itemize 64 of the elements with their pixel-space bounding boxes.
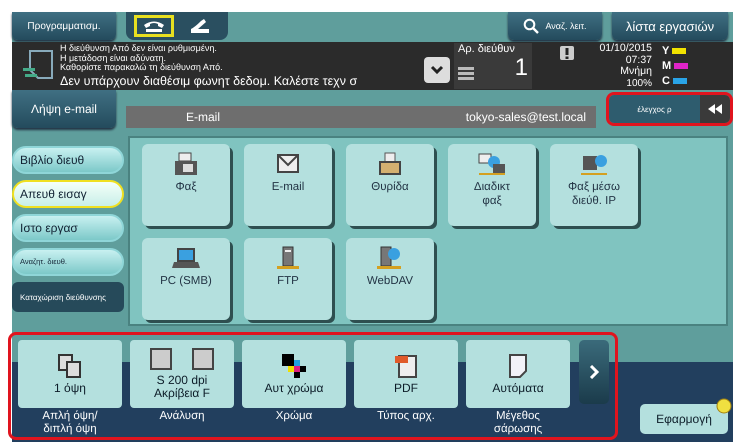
pdf-file-icon	[394, 354, 418, 378]
chevron-right-icon	[589, 365, 599, 379]
setting-tile[interactable]: PDF	[354, 340, 458, 408]
setting-tile[interactable]: Αυτ χρώμα	[242, 340, 346, 408]
check-settings-button[interactable]: έλεγχος ρ	[609, 95, 700, 123]
sidebar-button[interactable]: Ιστο εργασ	[12, 214, 124, 242]
setting-tile[interactable]: S 200 dpi Ακρίβεια F	[130, 340, 234, 408]
collapse-button[interactable]	[700, 95, 730, 123]
setting-caption: Χρώμα	[276, 410, 312, 423]
destination-tile[interactable]: E-mail	[244, 144, 332, 226]
setting-caption: Μέγεθος σάρωσης	[494, 410, 542, 436]
fax-globe-icon	[579, 152, 609, 176]
notice-text: Η μετάδοση είναι αδύνατη.	[60, 54, 168, 63]
destination-tile[interactable]: Διαδικτ φαξ	[448, 144, 536, 226]
setting-tile[interactable]: 1 όψη	[18, 340, 122, 408]
date-text: 01/10/2015	[599, 43, 652, 55]
expand-message-button[interactable]	[424, 57, 450, 83]
warning-icon	[560, 46, 574, 60]
double-chevron-left-icon	[708, 104, 722, 114]
destination-tile[interactable]: WebDAV	[346, 238, 434, 320]
address-count-label: Αρ. διεύθυν	[458, 43, 516, 55]
status-message: Δεν υπάρχουν διαθέσιμ φωνητ δεδομ. Καλέστε τεχν σ	[60, 74, 358, 88]
search-icon	[523, 18, 540, 34]
notice-text: Η διεύθυνση Από δεν είναι ρυθμισμένη.	[60, 44, 218, 54]
next-page-button[interactable]	[579, 340, 609, 404]
destination-tile[interactable]: PC (SMB)	[142, 238, 230, 320]
search-button[interactable]: Αναζ. λειτ.	[508, 12, 602, 40]
apply-button[interactable]: Εφαρμογή	[640, 404, 728, 434]
indicator-dot-icon	[716, 398, 732, 414]
notice-text: Καθορίστε παρακαλώ τη διεύθυνση Από.	[60, 63, 224, 73]
laptop-icon	[171, 246, 201, 270]
memory-value: 100%	[626, 78, 652, 89]
setting-caption: Ανάλυση	[159, 410, 205, 423]
list-icon	[458, 67, 474, 81]
page-icon	[508, 354, 528, 378]
memory-label: Μνήμη	[620, 66, 652, 78]
destination-type: E-mail	[186, 110, 220, 124]
setting-caption: Τύπος αρχ.	[377, 410, 435, 423]
toner-label: Y	[662, 44, 670, 58]
color-squares-icon	[282, 354, 306, 378]
job-list-button[interactable]: λίστα εργασιών	[612, 12, 728, 40]
destination-tile[interactable]: Φαξ μέσω διεύθ. IP	[550, 144, 638, 226]
phone-handset-icon	[143, 20, 165, 32]
setting-tile[interactable]: Αυτόματα	[466, 340, 570, 408]
destination-tile[interactable]: FTP	[244, 238, 332, 320]
line-tab[interactable]	[134, 15, 174, 37]
programs-button[interactable]: Προγραμματισμ.	[12, 12, 116, 40]
toner-label: C	[662, 74, 670, 88]
phone-off-hook-icon	[189, 19, 211, 33]
sidebar-button[interactable]: Καταχώριση διεύθυνσης	[12, 282, 124, 312]
address-count: 1	[514, 55, 528, 81]
receive-email-tab[interactable]: Λήψη e-mail	[12, 90, 116, 128]
sidebar-button[interactable]: Απευθ εισαγ	[12, 180, 124, 208]
duplex-pages-icon	[58, 354, 82, 378]
setting-caption: Απλή όψη/ διπλή όψη	[42, 410, 98, 436]
destination-tile[interactable]: Θυρίδα	[346, 144, 434, 226]
sidebar-button[interactable]: Βιβλίο διευθ	[12, 146, 124, 174]
resolution-icon	[150, 348, 214, 370]
chevron-down-icon	[430, 65, 444, 75]
fax-globe-icon	[477, 152, 507, 176]
time-text: 07:37	[626, 54, 652, 66]
destination-address: tokyo-sales@test.local	[466, 110, 586, 124]
toner-label: M	[662, 60, 672, 72]
destination-tile[interactable]: Φαξ	[142, 144, 230, 226]
